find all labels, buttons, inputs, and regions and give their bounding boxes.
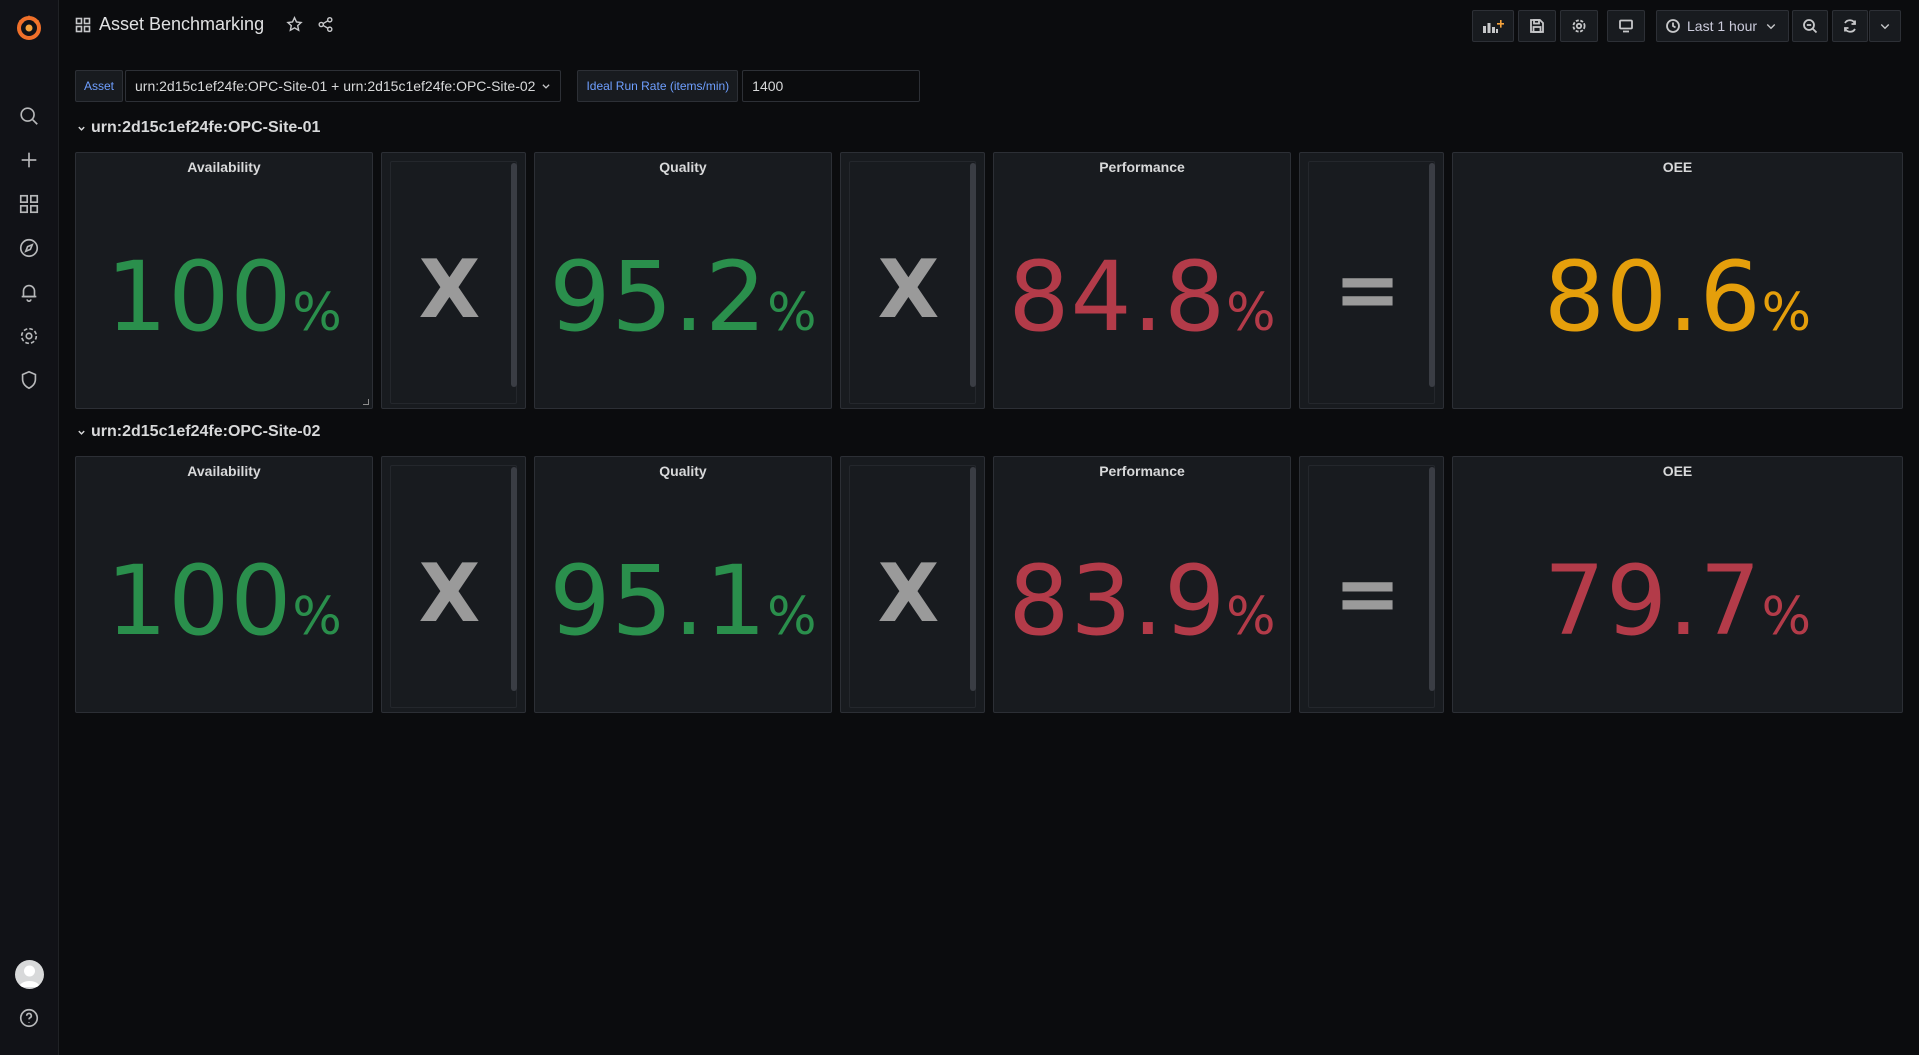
- multiply-operator: X: [877, 547, 940, 640]
- panel-title: OEE: [1662, 159, 1693, 175]
- availability-panel[interactable]: Availability 100%: [75, 456, 373, 713]
- panel-title: Performance: [1099, 463, 1185, 479]
- row-title: urn:2d15c1ef24fe:OPC-Site-01: [91, 119, 321, 136]
- alerting-bell-icon[interactable]: [17, 280, 41, 304]
- scrollbar[interactable]: [970, 163, 976, 387]
- run-rate-variable-label: Ideal Run Rate (items/min): [577, 70, 739, 102]
- performance-panel[interactable]: Performance 84.8%: [993, 152, 1291, 409]
- operator-panel: X: [840, 456, 985, 713]
- scrollbar[interactable]: [1429, 163, 1435, 387]
- configuration-gear-icon[interactable]: [17, 324, 41, 348]
- zoom-out-button[interactable]: [1792, 10, 1828, 42]
- operator-panel: X: [381, 152, 526, 409]
- equals-operator: =: [1333, 547, 1402, 640]
- chevron-down-icon: [1880, 24, 1890, 30]
- cycle-view-mode-button[interactable]: [1607, 10, 1645, 42]
- avatar[interactable]: [15, 960, 44, 989]
- star-icon[interactable]: [286, 16, 303, 33]
- shield-icon[interactable]: [17, 368, 41, 392]
- chevron-down-icon: [1766, 24, 1776, 30]
- panel-title: Quality: [659, 463, 707, 479]
- dashboard-settings-button[interactable]: [1560, 10, 1598, 42]
- time-range-label: Last 1 hour: [1687, 18, 1758, 34]
- clock-icon: [1666, 19, 1680, 33]
- dashboard-navbar: Asset Benchmarking Last 1 hour: [59, 0, 1919, 52]
- dashboard-grid-icon: [75, 17, 91, 33]
- oee-panel[interactable]: OEE 79.7%: [1452, 456, 1903, 713]
- oee-panel[interactable]: OEE 80.6%: [1452, 152, 1903, 409]
- operator-panel: =: [1299, 152, 1444, 409]
- add-panel-button[interactable]: [1472, 10, 1514, 42]
- stat-value: 83.9%: [1008, 545, 1276, 657]
- panel-title: OEE: [1662, 463, 1693, 479]
- stat-value: 79.7%: [1543, 545, 1812, 657]
- asset-variable-value: urn:2d15c1ef24fe:OPC-Site-01 + urn:2d15c…: [135, 78, 536, 94]
- multiply-operator: X: [418, 243, 481, 336]
- explore-compass-icon[interactable]: [17, 236, 41, 260]
- stat-value: 100%: [106, 545, 342, 657]
- refresh-button[interactable]: [1832, 10, 1868, 42]
- variables-bar: Asset urn:2d15c1ef24fe:OPC-Site-01 + urn…: [75, 70, 921, 102]
- row-title: urn:2d15c1ef24fe:OPC-Site-02: [91, 423, 321, 440]
- stat-value: 84.8%: [1008, 241, 1276, 353]
- chevron-down-icon: [78, 126, 85, 131]
- scrollbar[interactable]: [970, 467, 976, 691]
- share-icon[interactable]: [317, 16, 334, 33]
- panel-title: Quality: [659, 159, 707, 175]
- panel-title: Availability: [187, 159, 261, 175]
- scrollbar[interactable]: [1429, 467, 1435, 691]
- panel-title: Performance: [1099, 159, 1185, 175]
- row-header-site-02[interactable]: urn:2d15c1ef24fe:OPC-Site-02: [77, 423, 320, 441]
- dashboard-title[interactable]: Asset Benchmarking: [99, 14, 264, 35]
- operator-panel: X: [381, 456, 526, 713]
- time-picker-button[interactable]: Last 1 hour: [1656, 10, 1789, 42]
- equals-operator: =: [1333, 243, 1402, 336]
- panel-title: Availability: [187, 463, 261, 479]
- stat-value: 100%: [106, 241, 342, 353]
- plus-icon[interactable]: [17, 148, 41, 172]
- grafana-logo-icon[interactable]: [13, 11, 45, 43]
- quality-panel[interactable]: Quality 95.2%: [534, 152, 832, 409]
- stat-value: 95.1%: [549, 545, 817, 657]
- dashboards-icon[interactable]: [17, 192, 41, 216]
- stat-value: 95.2%: [549, 241, 817, 353]
- save-dashboard-button[interactable]: [1518, 10, 1556, 42]
- scrollbar[interactable]: [511, 163, 517, 387]
- operator-panel: =: [1299, 456, 1444, 713]
- run-rate-input[interactable]: [742, 70, 921, 102]
- sidebar: [0, 0, 59, 1055]
- refresh-interval-dropdown[interactable]: [1869, 10, 1901, 42]
- row-header-site-01[interactable]: urn:2d15c1ef24fe:OPC-Site-01: [77, 119, 320, 137]
- help-icon[interactable]: [17, 1006, 41, 1030]
- availability-panel[interactable]: Availability 100%: [75, 152, 373, 409]
- performance-panel[interactable]: Performance 83.9%: [993, 456, 1291, 713]
- chevron-down-icon: [542, 84, 551, 89]
- search-icon[interactable]: [17, 104, 41, 128]
- multiply-operator: X: [418, 547, 481, 640]
- asset-variable-label: Asset: [75, 70, 124, 102]
- quality-panel[interactable]: Quality 95.1%: [534, 456, 832, 713]
- scrollbar[interactable]: [511, 467, 517, 691]
- chevron-down-icon: [78, 430, 85, 435]
- resize-handle[interactable]: [363, 399, 369, 405]
- stat-value: 80.6%: [1543, 241, 1812, 353]
- asset-variable-select[interactable]: urn:2d15c1ef24fe:OPC-Site-01 + urn:2d15c…: [125, 70, 562, 102]
- operator-panel: X: [840, 152, 985, 409]
- multiply-operator: X: [877, 243, 940, 336]
